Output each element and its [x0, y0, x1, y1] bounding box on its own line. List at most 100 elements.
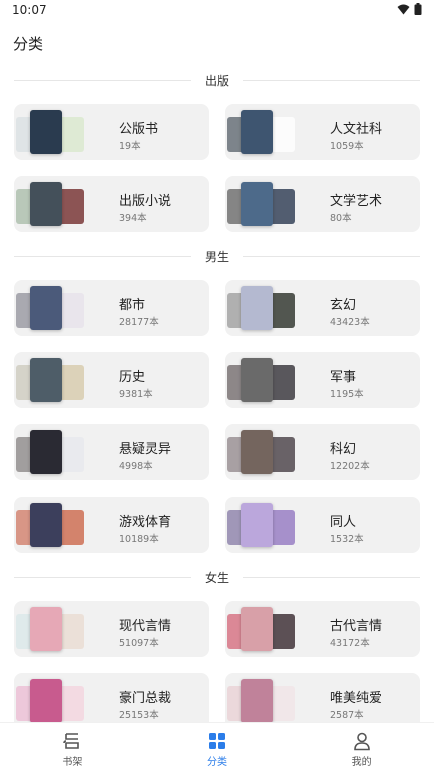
category-card[interactable]: 公版书 19本 [14, 104, 209, 160]
grid-icon [209, 733, 225, 749]
book-covers [14, 104, 104, 160]
tab-bookshelf[interactable]: 书架 [0, 723, 145, 772]
book-cover-image [30, 286, 62, 330]
category-count: 1532本 [330, 534, 364, 545]
category-name: 玄幻 [330, 298, 357, 313]
category-name: 游戏体育 [119, 515, 172, 530]
section-label: 男生 [205, 249, 230, 264]
book-cover-image [30, 358, 62, 402]
category-count: 43172本 [330, 638, 370, 649]
section-label: 女生 [205, 570, 230, 585]
category-count: 80本 [330, 213, 352, 224]
book-cover-image [30, 430, 62, 474]
category-name: 同人 [330, 515, 357, 530]
category-card[interactable]: 同人 1532本 [225, 497, 420, 553]
divider [14, 576, 191, 578]
category-count: 19本 [119, 141, 141, 152]
category-name: 悬疑灵异 [119, 442, 172, 457]
category-count: 51097本 [119, 638, 159, 649]
category-count: 2587本 [330, 710, 364, 721]
person-icon [353, 732, 370, 751]
book-covers [14, 673, 104, 729]
divider [243, 79, 421, 81]
category-count: 1195本 [330, 389, 364, 400]
category-card[interactable]: 玄幻 43423本 [225, 280, 420, 336]
divider [243, 255, 421, 257]
category-name: 豪门总裁 [119, 691, 172, 706]
book-covers [225, 104, 315, 160]
category-name: 人文社科 [330, 122, 383, 137]
section-header-publish: 出版 [14, 70, 421, 90]
page-title: 分类 [13, 35, 44, 53]
category-card[interactable]: 文学艺术 80本 [225, 176, 420, 232]
book-cover-image [30, 182, 62, 226]
book-covers [14, 424, 104, 480]
book-covers [14, 352, 104, 408]
category-name: 文学艺术 [330, 194, 383, 209]
tab-label: 我的 [351, 757, 372, 768]
category-card[interactable]: 人文社科 1059本 [225, 104, 420, 160]
category-name: 古代言情 [330, 619, 383, 634]
divider [243, 576, 421, 578]
book-cover-image [241, 286, 273, 330]
tab-category[interactable]: 分类 [145, 723, 290, 772]
book-cover-image [241, 503, 273, 547]
divider [14, 79, 191, 81]
category-card[interactable]: 唯美纯爱 2587本 [225, 673, 420, 729]
battery-icon [414, 3, 422, 15]
book-covers [225, 601, 315, 657]
book-covers [225, 497, 315, 553]
status-bar: 10:07 [0, 0, 434, 22]
category-card[interactable]: 悬疑灵异 4998本 [14, 424, 209, 480]
category-name: 唯美纯爱 [330, 691, 383, 706]
book-covers [225, 424, 315, 480]
book-covers [225, 673, 315, 729]
tab-label: 书架 [62, 757, 83, 768]
divider [14, 255, 191, 257]
category-name: 出版小说 [119, 194, 172, 209]
category-count: 10189本 [119, 534, 159, 545]
category-card[interactable]: 古代言情 43172本 [225, 601, 420, 657]
book-covers [14, 601, 104, 657]
bookshelf-icon [63, 733, 80, 749]
tab-mine[interactable]: 我的 [289, 723, 434, 772]
section-header-male: 男生 [14, 246, 421, 266]
book-covers [225, 176, 315, 232]
section-header-female: 女生 [14, 567, 421, 587]
book-covers [14, 280, 104, 336]
book-cover-image [241, 430, 273, 474]
book-cover-image [241, 182, 273, 226]
category-card[interactable]: 军事 1195本 [225, 352, 420, 408]
book-cover-image [241, 679, 273, 723]
status-time: 10:07 [12, 3, 47, 17]
book-cover-image [30, 607, 62, 651]
book-cover-image [30, 503, 62, 547]
category-card[interactable]: 出版小说 394本 [14, 176, 209, 232]
book-covers [14, 176, 104, 232]
category-name: 公版书 [119, 122, 159, 137]
category-name: 都市 [119, 298, 146, 313]
category-count: 9381本 [119, 389, 153, 400]
book-cover-image [241, 110, 273, 154]
category-count: 25153本 [119, 710, 159, 721]
category-name: 科幻 [330, 442, 357, 457]
book-covers [225, 280, 315, 336]
category-card[interactable]: 科幻 12202本 [225, 424, 420, 480]
wifi-icon [397, 4, 410, 14]
book-cover-image [30, 679, 62, 723]
category-name: 现代言情 [119, 619, 172, 634]
book-cover-image [241, 358, 273, 402]
category-card[interactable]: 都市 28177本 [14, 280, 209, 336]
category-card[interactable]: 历史 9381本 [14, 352, 209, 408]
book-covers [14, 497, 104, 553]
category-card[interactable]: 豪门总裁 25153本 [14, 673, 209, 729]
book-cover-image [241, 607, 273, 651]
status-icons [397, 3, 422, 15]
category-name: 历史 [119, 370, 146, 385]
category-card[interactable]: 游戏体育 10189本 [14, 497, 209, 553]
book-covers [225, 352, 315, 408]
category-count: 12202本 [330, 461, 370, 472]
category-card[interactable]: 现代言情 51097本 [14, 601, 209, 657]
category-name: 军事 [330, 370, 357, 385]
section-label: 出版 [205, 73, 230, 88]
